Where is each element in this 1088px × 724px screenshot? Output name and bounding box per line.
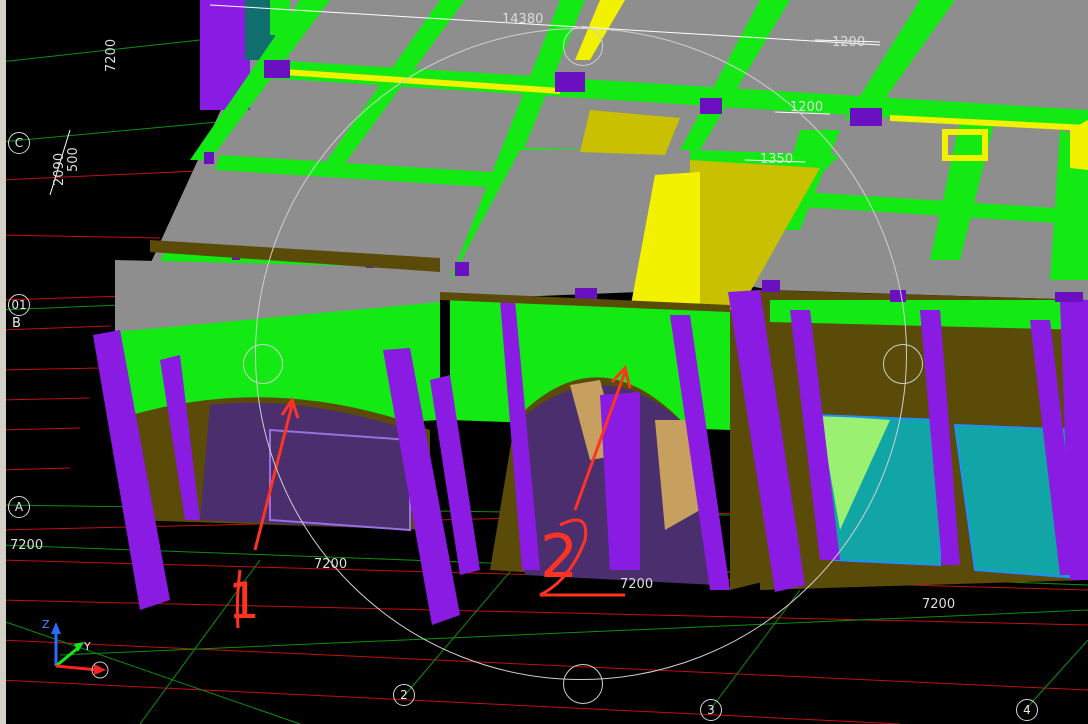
grid-col-3: 3 [700,699,722,721]
axis-y-label: Y [84,640,91,653]
dim-bay-1: 7200 [314,557,348,572]
orbit-handle-bottom[interactable] [563,664,603,704]
grid-row-01: 01 [8,294,30,316]
grid-row-b: B [12,316,21,331]
dim-top-right-a: 1200 [832,35,866,50]
dim-left-vertical: 7200 [104,38,119,72]
dim-mid-a: 1350 [760,152,794,167]
dim-bay-2: 7200 [620,577,654,592]
3d-model-viewport[interactable]: C 01 B A 2 3 4 14380 1200 1200 1350 7200… [0,0,1088,724]
ucs-axis-icon: Z Y X [36,618,116,684]
dim-top-span: 14380 [502,12,544,27]
grid-row-c: C [8,132,30,154]
dim-left-7200-row: 7200 [10,538,44,553]
axis-z-label: Z [42,618,50,631]
grid-col-4: 4 [1016,699,1038,721]
annotation-mark-1: 1 [228,572,260,630]
dim-bay-3: 7200 [922,597,956,612]
orbit-ring[interactable] [255,28,907,680]
dim-left-2090: 2090 [52,152,67,186]
orbit-handle-right[interactable] [883,344,923,384]
dim-left-500: 500 [66,147,81,172]
orbit-handle-top[interactable] [563,26,603,66]
grid-col-2: 2 [393,684,415,706]
grid-row-a: A [8,496,30,518]
window-left-border [0,0,6,724]
annotation-mark-2: 2 [540,522,579,592]
orbit-handle-left[interactable] [243,344,283,384]
dim-top-right-b: 1200 [790,100,824,115]
